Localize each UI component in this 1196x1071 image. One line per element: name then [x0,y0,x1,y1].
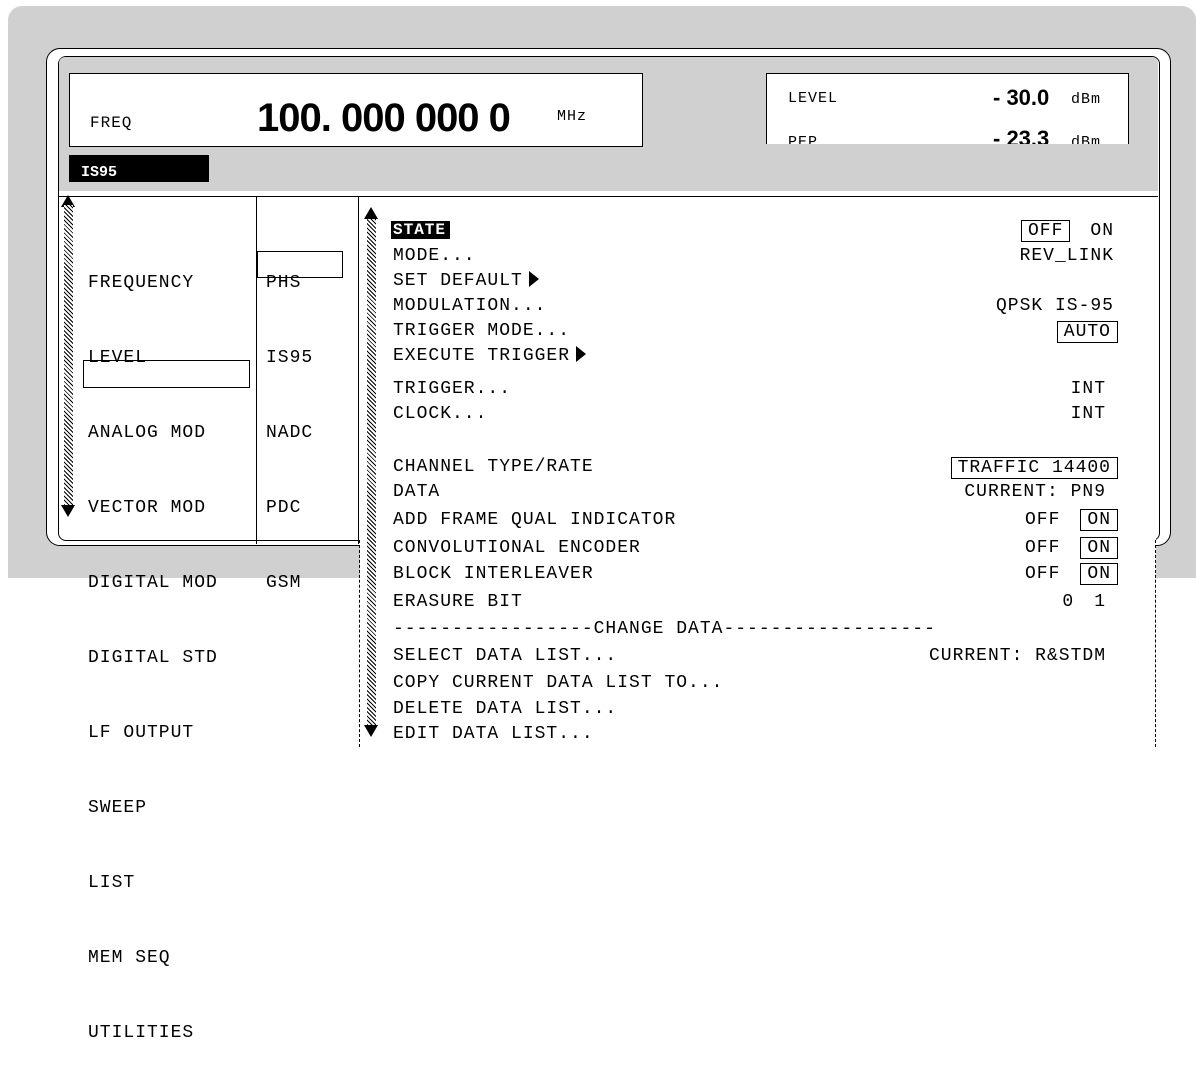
header-divider [59,196,1158,197]
modulation-label: MODULATION... [393,296,547,316]
sub-menu: PHS IS95 NADC PDC GSM [266,221,313,621]
param-copy-data-list[interactable]: COPY CURRENT DATA LIST TO... [393,673,1118,698]
submenu-item-nadc[interactable]: NADC [266,421,313,446]
freq-label: FREQ [90,114,133,132]
menu-item-frequency[interactable]: FREQUENCY [88,271,218,296]
frame-qual-off-option[interactable]: OFF [1025,510,1060,530]
submenu-item-is95[interactable]: IS95 [266,346,313,371]
param-data[interactable]: DATA CURRENT: PN9 [393,482,1118,507]
param-clock[interactable]: CLOCK... INT [393,404,1118,429]
level-unit: dBm [1071,91,1102,108]
menu-selection-box [83,360,250,388]
block-interleaver-on-option[interactable]: ON [1080,563,1118,585]
scroll-down-icon[interactable] [61,505,75,517]
data-label: DATA [393,482,441,502]
param-trigger-mode[interactable]: TRIGGER MODE... AUTO [393,321,1118,346]
state-label: STATE [391,221,451,239]
set-default-label: SET DEFAULT [393,271,523,291]
select-data-list-value[interactable]: CURRENT: R&STDM [929,646,1106,666]
freq-unit: MHz [557,108,588,125]
panel-left-edge [359,540,360,747]
param-conv-encoder[interactable]: CONVOLUTIONAL ENCODER OFF ON [393,537,1118,563]
status-indicator: IS95 [69,155,209,182]
state-off-option[interactable]: OFF [1020,220,1071,242]
param-frame-qual[interactable]: ADD FRAME QUAL INDICATOR OFF ON [393,509,1118,535]
submenu-item-gsm[interactable]: GSM [266,571,313,596]
select-data-list-label: SELECT DATA LIST... [393,646,618,666]
block-interleaver-off-option[interactable]: OFF [1025,564,1060,584]
param-erasure-bit[interactable]: ERASURE BIT 01 [393,592,1118,617]
trigger-mode-value[interactable]: AUTO [1056,321,1118,343]
menu-item-digital-mod[interactable]: DIGITAL MOD [88,571,218,596]
param-mode[interactable]: MODE... REV_LINK [393,246,1118,271]
menu-item-sweep[interactable]: SWEEP [88,796,218,821]
channel-type-value[interactable]: TRAFFIC 14400 [950,457,1118,479]
edit-data-list-label: EDIT DATA LIST... [393,724,594,744]
erasure-bit-label: ERASURE BIT [393,592,523,612]
mode-value[interactable]: REV_LINK [1020,246,1114,266]
copy-data-list-label: COPY CURRENT DATA LIST TO... [393,673,724,693]
menu-divider [256,197,257,544]
param-modulation[interactable]: MODULATION... QPSK IS-95 [393,296,1118,321]
menu-item-digital-std[interactable]: DIGITAL STD [88,646,218,671]
param-trigger[interactable]: TRIGGER... INT [393,379,1118,404]
execute-trigger-label: EXECUTE TRIGGER [393,346,571,366]
pep-label: PEP [788,134,819,144]
pep-value: - 23.3 [993,126,1050,144]
execute-arrow-icon [528,271,539,287]
menu-item-vector-mod[interactable]: VECTOR MOD [88,496,218,521]
channel-type-label: CHANNEL TYPE/RATE [393,457,594,477]
frame-qual-label: ADD FRAME QUAL INDICATOR [393,510,677,530]
param-scrollbar[interactable] [367,219,376,725]
param-scroll-up-icon[interactable] [364,207,378,219]
execute-arrow-icon [576,346,587,362]
trigger-label: TRIGGER... [393,379,512,399]
level-label: LEVEL [788,90,839,107]
param-edit-data-list[interactable]: EDIT DATA LIST... [393,724,1118,749]
panel-right-edge [1155,540,1156,747]
submenu-item-pdc[interactable]: PDC [266,496,313,521]
delete-data-list-label: DELETE DATA LIST... [393,699,618,719]
frequency-display[interactable]: FREQ 100. 000 000 0 MHz [69,73,643,147]
menu-item-utilities[interactable]: UTILITIES [88,1021,218,1046]
clock-value[interactable]: INT [1071,404,1106,424]
submenu-divider [358,197,359,544]
data-value[interactable]: CURRENT: PN9 [964,482,1106,502]
change-data-separator: -----------------CHANGE DATA------------… [393,619,936,639]
menu-item-mem-seq[interactable]: MEM SEQ [88,946,218,971]
state-value[interactable]: OFF ON [1020,220,1114,242]
param-delete-data-list[interactable]: DELETE DATA LIST... [393,699,1118,724]
trigger-mode-label: TRIGGER MODE... [393,321,571,341]
modulation-value[interactable]: QPSK IS-95 [996,296,1114,316]
block-interleaver-label: BLOCK INTERLEAVER [393,564,594,584]
param-execute-trigger[interactable]: EXECUTE TRIGGER [393,346,1118,371]
clock-label: CLOCK... [393,404,488,424]
conv-encoder-on-option[interactable]: ON [1080,537,1118,559]
level-value: - 30.0 [993,85,1050,110]
menu-scrollbar[interactable] [64,205,73,505]
param-select-data-list[interactable]: SELECT DATA LIST... CURRENT: R&STDM [393,646,1118,671]
level-display[interactable]: LEVEL - 30.0 dBm PEP - 23.3 dBm [766,73,1129,144]
param-channel-type[interactable]: CHANNEL TYPE/RATE TRAFFIC 14400 [393,457,1118,482]
menu-item-list[interactable]: LIST [88,871,218,896]
frame-qual-on-option[interactable]: ON [1080,509,1118,531]
conv-encoder-label: CONVOLUTIONAL ENCODER [393,538,641,558]
param-state[interactable]: STATE OFF ON [391,220,1118,246]
param-block-interleaver[interactable]: BLOCK INTERLEAVER OFF ON [393,563,1118,589]
freq-value: 100. 000 000 0 [257,96,511,140]
param-scroll-down-icon[interactable] [364,725,378,737]
erasure-bit-0-option[interactable]: 0 [1062,592,1074,612]
state-on-option[interactable]: ON [1090,221,1114,241]
menu-item-analog-mod[interactable]: ANALOG MOD [88,421,218,446]
erasure-bit-1-option[interactable]: 1 [1094,592,1106,612]
mode-label: MODE... [393,246,476,266]
trigger-value[interactable]: INT [1071,379,1106,399]
main-menu: FREQUENCY LEVEL ANALOG MOD VECTOR MOD DI… [88,221,218,1071]
param-set-default[interactable]: SET DEFAULT [393,271,1118,296]
submenu-selection-box [257,251,343,278]
menu-item-lf-output[interactable]: LF OUTPUT [88,721,218,746]
pep-unit: dBm [1071,134,1102,144]
conv-encoder-off-option[interactable]: OFF [1025,538,1060,558]
